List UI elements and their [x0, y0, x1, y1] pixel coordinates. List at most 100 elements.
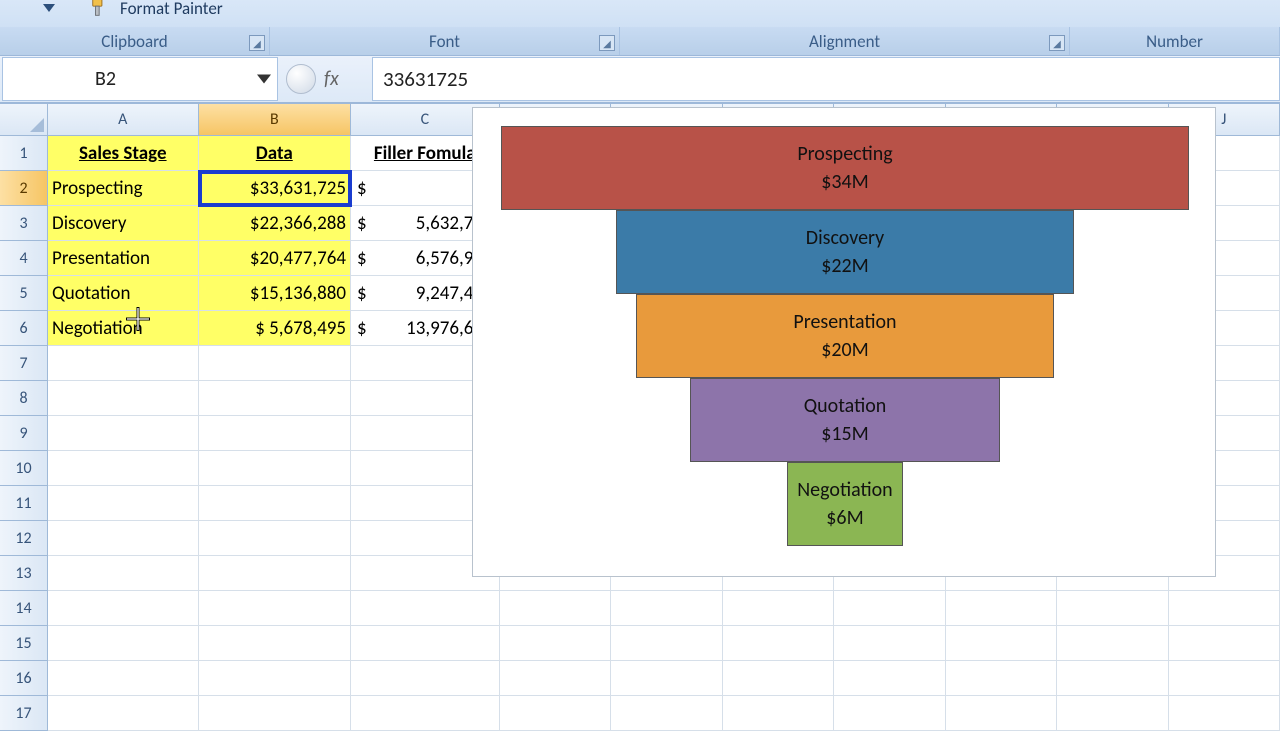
cell-H15[interactable] [946, 626, 1057, 661]
dropdown-icon[interactable] [42, 2, 56, 14]
cell-J15[interactable] [1169, 626, 1280, 661]
cell-D16[interactable] [500, 661, 611, 696]
formula-input[interactable]: 33631725 [372, 57, 1280, 101]
cell-J17[interactable] [1169, 696, 1280, 731]
cell-D15[interactable] [500, 626, 611, 661]
row-header-6[interactable]: 6 [0, 311, 48, 346]
cell-A15[interactable] [48, 626, 199, 661]
cell-H17[interactable] [946, 696, 1057, 731]
cell-I15[interactable] [1057, 626, 1168, 661]
cell-G14[interactable] [834, 591, 945, 626]
cell-B5[interactable]: $15,136,880 [199, 276, 351, 311]
cell-A11[interactable] [48, 486, 199, 521]
cell-B9[interactable] [199, 416, 351, 451]
row-header-7[interactable]: 7 [0, 346, 48, 381]
cell-H14[interactable] [946, 591, 1057, 626]
cell-G15[interactable] [834, 626, 945, 661]
cell-B11[interactable] [199, 486, 351, 521]
funnel-chart[interactable]: Prospecting$34MDiscovery$22MPresentation… [472, 107, 1216, 577]
cell-B17[interactable] [199, 696, 351, 731]
cell-A7[interactable] [48, 346, 199, 381]
cell-A2[interactable]: Prospecting [48, 171, 199, 206]
fx-icon[interactable]: fx [324, 67, 364, 91]
row-header-16[interactable]: 16 [0, 661, 48, 696]
cell-I14[interactable] [1057, 591, 1168, 626]
cell-D17[interactable] [500, 696, 611, 731]
row-header-15[interactable]: 15 [0, 626, 48, 661]
cell-B14[interactable] [199, 591, 351, 626]
cell-B1[interactable]: Data [199, 136, 351, 171]
cell-A12[interactable] [48, 521, 199, 556]
funnel-bar-prospecting[interactable]: Prospecting$34M [501, 126, 1189, 210]
cell-E14[interactable] [611, 591, 722, 626]
cell-B3[interactable]: $22,366,288 [199, 206, 351, 241]
row-header-17[interactable]: 17 [0, 696, 48, 731]
cell-B10[interactable] [199, 451, 351, 486]
cell-B6[interactable]: $ 5,678,495 [199, 311, 351, 346]
cell-J16[interactable] [1169, 661, 1280, 696]
row-header-3[interactable]: 3 [0, 206, 48, 241]
funnel-bar-presentation[interactable]: Presentation$20M [636, 294, 1055, 378]
format-painter-button[interactable]: Format Painter [90, 0, 223, 19]
column-header-A[interactable]: A [48, 104, 199, 136]
cell-I16[interactable] [1057, 661, 1168, 696]
cell-B2[interactable]: $33,631,725 [199, 171, 351, 206]
cell-C15[interactable] [351, 626, 500, 661]
cell-E16[interactable] [611, 661, 722, 696]
cell-G16[interactable] [834, 661, 945, 696]
select-all-corner[interactable] [0, 104, 48, 136]
cell-A17[interactable] [48, 696, 199, 731]
row-header-13[interactable]: 13 [0, 556, 48, 591]
cell-A8[interactable] [48, 381, 199, 416]
cell-B15[interactable] [199, 626, 351, 661]
cell-C16[interactable] [351, 661, 500, 696]
dialog-launcher-icon[interactable]: ◢ [1049, 35, 1065, 51]
cell-G17[interactable] [834, 696, 945, 731]
cell-F16[interactable] [723, 661, 834, 696]
name-box[interactable]: B2 [2, 57, 278, 101]
cell-E15[interactable] [611, 626, 722, 661]
chevron-down-icon[interactable] [257, 75, 271, 84]
funnel-bar-quotation[interactable]: Quotation$15M [690, 378, 1000, 462]
dialog-launcher-icon[interactable]: ◢ [599, 35, 615, 51]
cell-A9[interactable] [48, 416, 199, 451]
cell-E17[interactable] [611, 696, 722, 731]
row-header-5[interactable]: 5 [0, 276, 48, 311]
cell-H16[interactable] [946, 661, 1057, 696]
cell-J14[interactable] [1169, 591, 1280, 626]
cell-F17[interactable] [723, 696, 834, 731]
cancel-icon[interactable] [286, 64, 316, 94]
cell-B16[interactable] [199, 661, 351, 696]
cell-A16[interactable] [48, 661, 199, 696]
cell-A6[interactable]: Negotiation [48, 311, 199, 346]
cell-I17[interactable] [1057, 696, 1168, 731]
row-header-1[interactable]: 1 [0, 136, 48, 171]
column-header-B[interactable]: B [199, 104, 352, 136]
cell-C17[interactable] [351, 696, 500, 731]
cell-A14[interactable] [48, 591, 199, 626]
row-header-14[interactable]: 14 [0, 591, 48, 626]
cell-A5[interactable]: Quotation [48, 276, 199, 311]
row-header-10[interactable]: 10 [0, 451, 48, 486]
cell-B12[interactable] [199, 521, 351, 556]
row-header-8[interactable]: 8 [0, 381, 48, 416]
cell-B7[interactable] [199, 346, 351, 381]
funnel-bar-discovery[interactable]: Discovery$22M [616, 210, 1074, 294]
cell-F15[interactable] [723, 626, 834, 661]
cell-A10[interactable] [48, 451, 199, 486]
cell-C14[interactable] [351, 591, 500, 626]
cell-A13[interactable] [48, 556, 199, 591]
cell-B4[interactable]: $20,477,764 [199, 241, 351, 276]
cell-B8[interactable] [199, 381, 351, 416]
row-header-9[interactable]: 9 [0, 416, 48, 451]
dialog-launcher-icon[interactable]: ◢ [249, 35, 265, 51]
cell-D14[interactable] [500, 591, 611, 626]
row-header-11[interactable]: 11 [0, 486, 48, 521]
cell-B13[interactable] [199, 556, 351, 591]
cell-A3[interactable]: Discovery [48, 206, 199, 241]
cell-A1[interactable]: Sales Stage [48, 136, 199, 171]
cell-F14[interactable] [723, 591, 834, 626]
row-header-4[interactable]: 4 [0, 241, 48, 276]
cell-A4[interactable]: Presentation [48, 241, 199, 276]
row-header-12[interactable]: 12 [0, 521, 48, 556]
